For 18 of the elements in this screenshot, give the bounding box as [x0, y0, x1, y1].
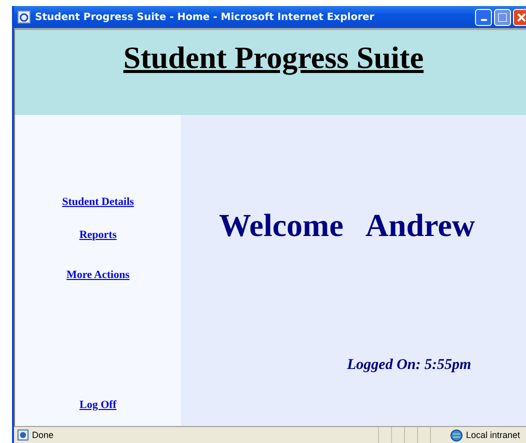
nav-link[interactable]: Student Details	[62, 196, 134, 208]
close-icon	[517, 12, 526, 22]
page-icon	[17, 429, 29, 441]
nav-link[interactable]: Reports	[79, 229, 117, 241]
window-title: Student Progress Suite - Home - Microsoft Internet Explorer	[35, 12, 376, 22]
maximize-button[interactable]	[494, 8, 511, 26]
log-off-link[interactable]: Log Off	[80, 399, 116, 411]
maximize-icon	[498, 12, 507, 22]
browser-icon	[17, 10, 31, 24]
globe-icon	[450, 428, 463, 442]
close-button[interactable]	[513, 8, 526, 26]
zone-text: Local intranet	[466, 430, 520, 440]
site-title: Student Progress Suite	[123, 40, 424, 77]
status-text: Done	[32, 430, 54, 440]
minimize-button[interactable]	[475, 8, 492, 26]
nav-link[interactable]: More Actions	[66, 269, 130, 281]
welcome-heading: Welcome Andrew	[219, 207, 476, 244]
logged-on-time: Logged On: 5:55pm	[347, 357, 472, 374]
